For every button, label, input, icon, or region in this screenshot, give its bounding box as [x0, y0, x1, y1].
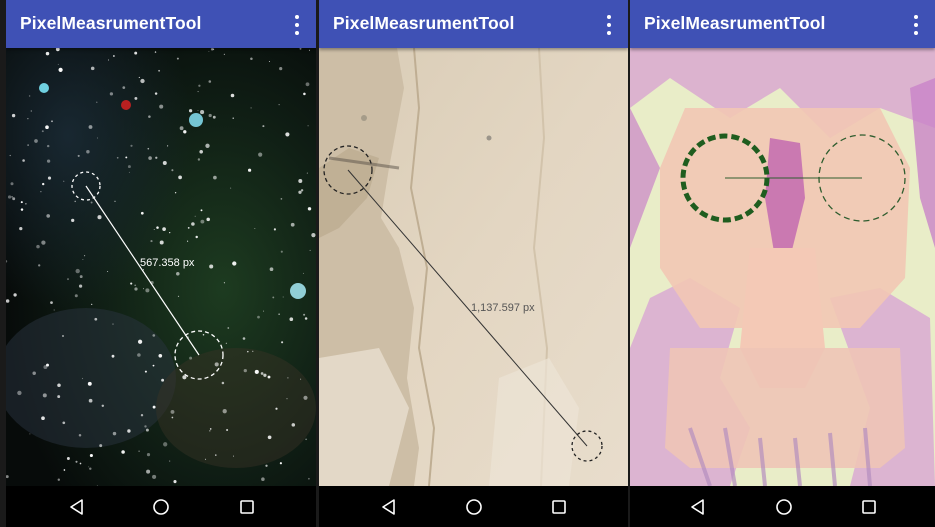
- back-triangle-icon[interactable]: [66, 496, 88, 518]
- navigation-bar: [630, 486, 935, 527]
- app-title: PixelMeasrumentTool: [20, 13, 202, 33]
- app-title: PixelMeasrumentTool: [644, 13, 826, 33]
- recents-square-icon[interactable]: [858, 496, 880, 518]
- measurement-line: [85, 185, 200, 356]
- app-bar: PixelMeasrumentTool: [319, 0, 628, 48]
- home-circle-icon[interactable]: [773, 496, 795, 518]
- recents-square-icon[interactable]: [236, 496, 258, 518]
- back-triangle-icon[interactable]: [687, 496, 709, 518]
- app-bar: PixelMeasrumentTool: [6, 0, 316, 48]
- measurement-overlay: [323, 145, 603, 462]
- phone-screen-2: PixelMeasrumentTool 1,137.597 px: [319, 0, 628, 527]
- navigation-bar: [6, 486, 316, 527]
- more-vert-icon[interactable]: [598, 13, 620, 37]
- image-canvas[interactable]: 1,137.597 px: [319, 48, 628, 486]
- measurement-label: 1,137.597 px: [471, 302, 535, 314]
- back-triangle-icon[interactable]: [378, 496, 400, 518]
- app-bar: PixelMeasrumentTool: [630, 0, 935, 48]
- measurement-line: [347, 169, 588, 447]
- image-canvas[interactable]: 567.358 px: [6, 48, 316, 486]
- more-vert-icon[interactable]: [286, 13, 308, 37]
- navigation-bar: [319, 486, 628, 527]
- measurement-overlay: [680, 133, 906, 223]
- phone-screen-1: PixelMeasrumentTool 567.358 px: [6, 0, 316, 527]
- app-title: PixelMeasrumentTool: [333, 13, 515, 33]
- image-canvas[interactable]: [630, 48, 935, 486]
- measurement-label: 567.358 px: [140, 257, 195, 269]
- phone-screen-3: PixelMeasrumentTool: [630, 0, 935, 527]
- recents-square-icon[interactable]: [548, 496, 570, 518]
- more-vert-icon[interactable]: [905, 13, 927, 37]
- home-circle-icon[interactable]: [150, 496, 172, 518]
- home-circle-icon[interactable]: [463, 496, 485, 518]
